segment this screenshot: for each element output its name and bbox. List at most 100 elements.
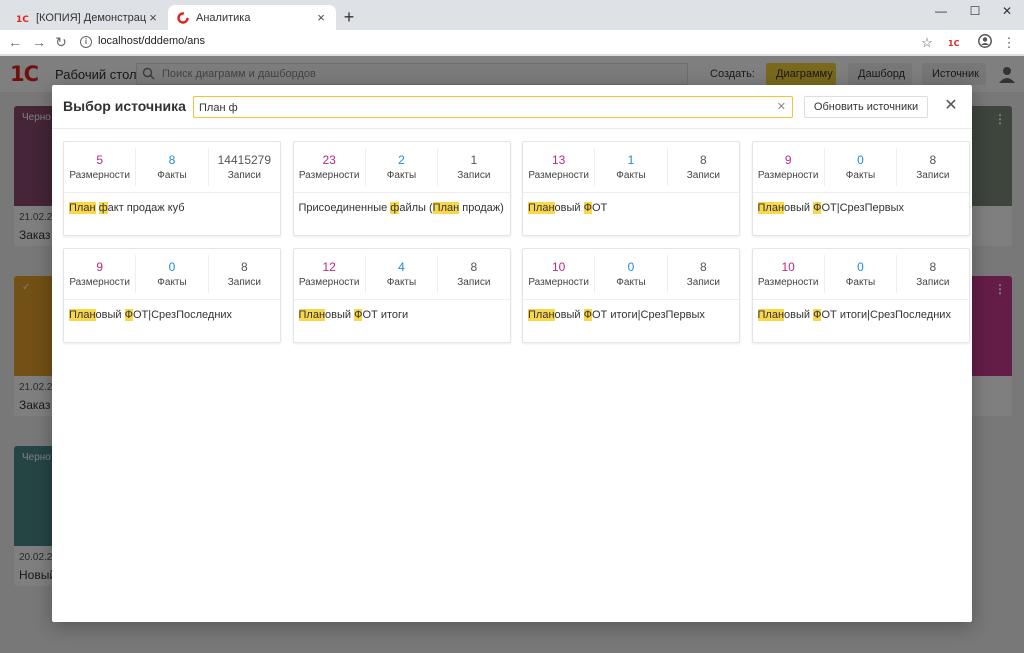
address-bar[interactable]: localhost/dddemo/ans: [98, 35, 205, 47]
facts-count: 8: [168, 153, 176, 167]
refresh-sources-button[interactable]: Обновить источники: [804, 96, 928, 118]
stat-facts: 8 Факты: [135, 148, 207, 186]
stat-records: 8 Записи: [896, 148, 968, 186]
records-count: 1: [470, 153, 478, 167]
search-highlight: Ф: [124, 309, 133, 321]
close-tab-icon[interactable]: ×: [314, 10, 328, 25]
search-highlight: ф: [98, 202, 108, 214]
source-stats: 13 Размерности 1 Факты 8 Записи: [523, 142, 739, 193]
clear-search-icon[interactable]: ✕: [777, 100, 786, 113]
source-stats: 5 Размерности 8 Факты 14415279 Записи: [64, 142, 280, 193]
source-card[interactable]: 10 Размерности 0 Факты 8 Записи Плановый ФОТ и…: [522, 248, 740, 343]
analytics-favicon-icon: [176, 11, 190, 25]
search-highlight: План: [528, 202, 555, 214]
records-count: 8: [470, 260, 478, 274]
dimensions-label: Размерности: [757, 277, 819, 288]
name-text: ОТ итоги|СрезПервых: [591, 309, 705, 321]
records-label: Записи: [916, 277, 950, 288]
source-select-dialog: Выбор источника ✕ Обновить источники ✕ 5…: [52, 85, 972, 622]
name-text: овый: [95, 309, 125, 321]
dimensions-count: 23: [322, 153, 336, 167]
source-card[interactable]: 10 Размерности 0 Факты 8 Записи Плановый ФОТ и…: [751, 248, 970, 343]
close-dialog-icon[interactable]: ✕: [942, 97, 960, 115]
name-text: Присоединенные: [298, 202, 391, 214]
source-card[interactable]: 9 Размерности 0 Факты 8 Записи Плановый ФОТ|Ср…: [63, 248, 281, 343]
source-name: Присоединенные файлы (План продаж): [299, 201, 505, 216]
facts-count: 4: [398, 260, 405, 274]
stat-records: 1 Записи: [437, 148, 509, 186]
records-count: 8: [929, 153, 937, 167]
dimensions-count: 9: [96, 260, 103, 274]
1c-favicon-icon: 1С: [16, 11, 30, 25]
back-icon[interactable]: ←: [6, 33, 24, 51]
name-text: овый: [325, 309, 355, 321]
records-label: Записи: [227, 170, 261, 181]
dimensions-count: 10: [781, 260, 795, 274]
facts-label: Факты: [157, 277, 187, 288]
source-stats: 10 Размерности 0 Факты 8 Записи: [523, 249, 739, 300]
name-text: овый: [554, 202, 584, 214]
new-tab-icon[interactable]: +: [340, 7, 358, 28]
dimensions-count: 12: [322, 260, 336, 274]
close-tab-icon[interactable]: ×: [146, 10, 160, 25]
source-card[interactable]: 13 Размерности 1 Факты 8 Записи Плановый ФОТ: [522, 141, 740, 236]
profile-icon[interactable]: [976, 34, 994, 52]
source-name: Плановый ФОТ: [528, 201, 734, 216]
stat-dimensions: 23 Размерности: [294, 142, 365, 192]
facts-count: 0: [857, 153, 864, 167]
source-name: Плановый ФОТ|СрезПоследних: [69, 308, 275, 323]
facts-label: Факты: [845, 277, 876, 288]
browser-tabstrip: 1С [КОПИЯ] Демонстрационная ба × Аналити…: [0, 0, 1024, 30]
search-highlight: План: [432, 202, 460, 214]
source-card[interactable]: 5 Размерности 8 Факты 14415279 Записи План фак…: [63, 141, 281, 236]
browser-menu-icon[interactable]: ⋮: [1000, 34, 1018, 52]
extension-icon[interactable]: 1С: [946, 34, 964, 52]
source-card[interactable]: 23 Размерности 2 Факты 1 Записи Присоединенные…: [292, 141, 511, 236]
facts-count: 2: [398, 153, 405, 167]
bookmark-star-icon[interactable]: ☆: [918, 34, 936, 52]
records-label: Записи: [227, 277, 261, 288]
facts-count: 0: [627, 260, 635, 274]
source-card[interactable]: 9 Размерности 0 Факты 8 Записи Плановый ФОТ|Ср…: [751, 141, 970, 236]
name-text: айлы (: [399, 202, 433, 214]
stat-facts: 2 Факты: [364, 148, 437, 186]
dimensions-label: Размерности: [528, 277, 589, 288]
close-icon[interactable]: ✕: [990, 0, 1024, 22]
stat-facts: 1 Факты: [594, 148, 666, 186]
maximize-icon[interactable]: ☐: [958, 0, 992, 22]
site-info-icon[interactable]: i: [80, 36, 92, 48]
name-text: продаж): [459, 202, 504, 214]
dimensions-label: Размерности: [757, 170, 819, 181]
stat-facts: 0 Факты: [135, 255, 207, 293]
svg-text:1С: 1С: [16, 15, 29, 23]
dimensions-count: 13: [551, 153, 566, 167]
source-stats: 23 Размерности 2 Факты 1 Записи: [293, 142, 510, 193]
browser-tab-1[interactable]: 1С [КОПИЯ] Демонстрационная ба ×: [8, 5, 168, 30]
minimize-icon[interactable]: —: [924, 0, 958, 22]
search-highlight: Ф: [583, 202, 592, 214]
name-text: акт продаж куб: [107, 202, 185, 214]
source-stats: 9 Размерности 0 Факты 8 Записи: [752, 142, 969, 193]
search-highlight: План: [528, 309, 555, 321]
facts-label: Факты: [157, 170, 187, 181]
stat-records: 8 Записи: [666, 148, 739, 186]
forward-icon[interactable]: →: [30, 33, 48, 51]
name-text: ОТ итоги: [362, 309, 409, 321]
facts-label: Факты: [386, 277, 417, 288]
source-search-input[interactable]: [199, 100, 759, 115]
stat-records: 8 Записи: [896, 255, 968, 293]
stat-dimensions: 10 Размерности: [753, 249, 824, 299]
source-card[interactable]: 12 Размерности 4 Факты 8 Записи Плановый ФОТ и…: [292, 248, 511, 343]
records-count: 8: [240, 260, 248, 274]
records-label: Записи: [457, 170, 491, 181]
reload-icon[interactable]: ↻: [52, 33, 70, 51]
browser-tab-2[interactable]: Аналитика ×: [168, 5, 336, 30]
source-name: Плановый ФОТ итоги: [298, 308, 505, 323]
stat-facts: 4 Факты: [364, 255, 437, 293]
source-search-field[interactable]: ✕: [193, 96, 793, 118]
browser-tab-title: Аналитика: [196, 11, 251, 24]
stat-dimensions: 13 Размерности: [523, 142, 594, 192]
search-highlight: План: [69, 309, 96, 321]
dimensions-count: 9: [784, 153, 792, 167]
dimensions-count: 10: [551, 260, 566, 274]
